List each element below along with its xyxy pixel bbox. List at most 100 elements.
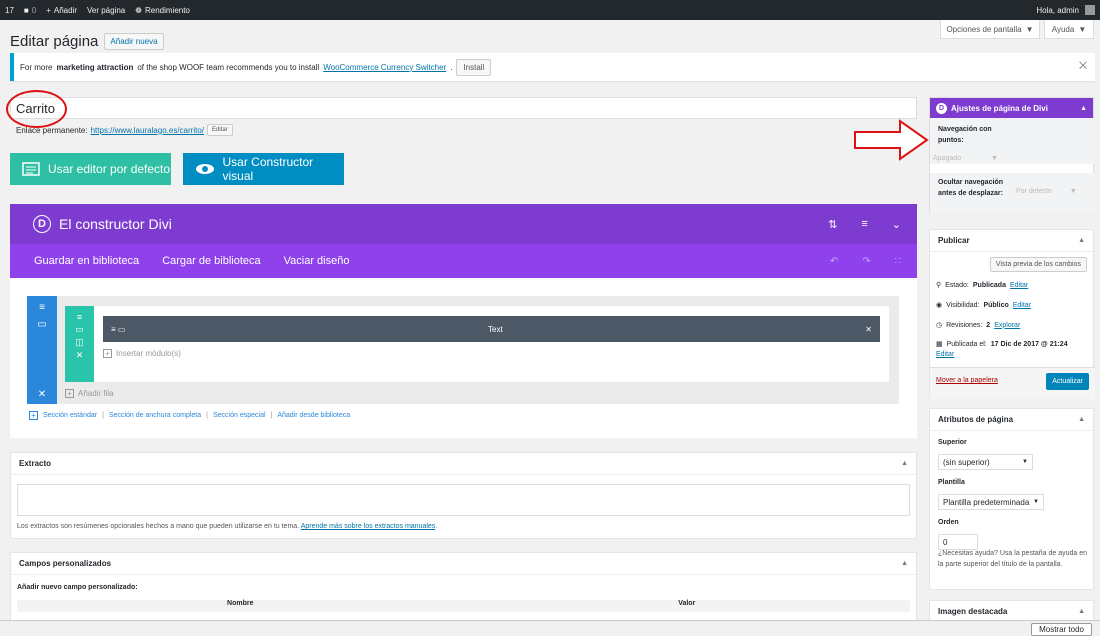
- install-button[interactable]: Install: [456, 58, 492, 76]
- collapse-icon[interactable]: ▲: [1080, 105, 1087, 112]
- divi-logo-icon: D: [33, 215, 51, 233]
- sort-icon[interactable]: ⇅: [828, 218, 837, 231]
- order-label: Orden: [938, 519, 959, 526]
- plus-icon: +: [103, 349, 112, 358]
- row-delete-icon[interactable]: ✕: [76, 350, 84, 361]
- permalink-url[interactable]: https://www.lauralago.es/carrito/: [91, 126, 204, 135]
- publish-header[interactable]: Publicar ▲: [930, 230, 1093, 252]
- add-label: Añadir: [53, 5, 77, 15]
- row-menu-icon[interactable]: ≡: [77, 312, 82, 322]
- template-label: Plantilla: [938, 479, 965, 486]
- add-new-button[interactable]: Añadir nueva: [104, 33, 164, 50]
- section-delete-icon[interactable]: ✕: [38, 389, 46, 400]
- add-new-item[interactable]: + Añadir: [41, 0, 82, 20]
- help-button[interactable]: Ayuda ▼: [1044, 20, 1094, 39]
- revisions-label: Revisiones:: [946, 321, 983, 329]
- screen-options-button[interactable]: Opciones de pantalla ▼: [940, 20, 1040, 39]
- insert-module-button[interactable]: + Insertar módulo(s): [103, 349, 181, 358]
- divi-row: ≡ ▭ ◫ ✕ ≡ ▭ Text ✕ + Insertar módulo(s): [65, 306, 889, 382]
- plus-icon: +: [65, 389, 74, 398]
- default-editor-button[interactable]: Usar editor por defecto: [10, 153, 171, 185]
- status-value: Publicada: [972, 281, 1006, 289]
- excerpt-help-text: .: [435, 523, 438, 530]
- template-select[interactable]: Plantilla predeterminada ▼: [938, 494, 1044, 510]
- visibility-value: Público: [983, 301, 1009, 309]
- collapse-icon[interactable]: ▲: [1078, 237, 1085, 244]
- excerpt-learn-more-link[interactable]: Aprende más sobre los extractos manuales: [301, 523, 436, 530]
- section-menu-icon[interactable]: ≡: [39, 302, 45, 313]
- fullwidth-section-link[interactable]: Sección de anchura completa: [109, 412, 201, 419]
- dot-nav-select[interactable]: Apagado ▼: [933, 155, 998, 162]
- add-from-library-link[interactable]: Añadir desde biblioteca: [277, 412, 350, 419]
- performance-item[interactable]: ❁ Rendimiento: [130, 0, 195, 20]
- attributes-help-text: ¿Necesitas ayuda? Usa la pestaña de ayud…: [938, 550, 1088, 568]
- page-attributes-header[interactable]: Atributos de página ▲: [930, 409, 1093, 431]
- account-item[interactable]: Hola, admin: [1031, 0, 1100, 20]
- redo-icon[interactable]: ↷: [862, 256, 870, 267]
- history-icon[interactable]: ∷: [895, 256, 901, 267]
- collapse-icon[interactable]: ▲: [901, 560, 908, 567]
- undo-icon[interactable]: ↶: [830, 256, 838, 267]
- module-delete-icon[interactable]: ✕: [865, 325, 872, 334]
- move-to-trash-link[interactable]: Mover a la papelera: [936, 377, 998, 384]
- status-label: Estado:: [945, 281, 969, 289]
- status-edit-link[interactable]: Editar: [1010, 282, 1028, 289]
- insert-module-label: Insertar módulo(s): [116, 349, 181, 358]
- divi-header: D El constructor Divi ⇅ ≡ ⌄: [10, 204, 917, 244]
- collapse-icon[interactable]: ▲: [901, 460, 908, 467]
- preview-changes-button[interactable]: Vista previa de los cambios: [989, 257, 1087, 272]
- divi-title: El constructor Divi: [59, 216, 172, 232]
- section-links: + Sección estándar | Sección de anchura c…: [29, 411, 350, 420]
- excerpt-box: Extracto ▲ Los extractos son resúmenes op…: [10, 452, 917, 539]
- show-all-button[interactable]: Mostrar todo: [1031, 623, 1092, 636]
- menu-icon[interactable]: ≡: [861, 218, 867, 231]
- visual-builder-label: Usar Constructor visual: [222, 155, 314, 183]
- plugin-link[interactable]: WooCommerce Currency Switcher: [323, 63, 446, 72]
- pin-icon: ⚲: [936, 282, 942, 289]
- update-button[interactable]: Actualizar: [1046, 373, 1089, 390]
- save-to-library-button[interactable]: Guardar en biblioteca: [34, 255, 139, 267]
- view-label: Ver página: [87, 5, 126, 15]
- excerpt-textarea[interactable]: [17, 484, 910, 516]
- clear-layout-button[interactable]: Vaciar diseño: [284, 255, 350, 267]
- section-settings-icon[interactable]: ▭: [37, 319, 46, 330]
- page-heading: Editar página Añadir nueva: [10, 33, 164, 50]
- revisions-explore-link[interactable]: Explorar: [994, 322, 1020, 329]
- excerpt-header[interactable]: Extracto ▲: [11, 453, 916, 475]
- section-controls: ≡ ▭ ✕: [27, 296, 57, 404]
- divi-settings-header[interactable]: D Ajustes de página de Divi ▲: [930, 98, 1093, 118]
- permalink-edit-button[interactable]: Editar: [207, 124, 233, 136]
- divi-logo-icon: D: [936, 102, 947, 114]
- dismiss-icon[interactable]: ⨉: [1079, 61, 1087, 72]
- published-label: Publicada el:: [946, 340, 987, 348]
- row-columns-icon[interactable]: ◫: [75, 337, 84, 348]
- standard-section-link[interactable]: Sección estándar: [43, 412, 97, 419]
- visual-builder-button[interactable]: Usar Constructor visual: [183, 153, 344, 185]
- parent-value: (sin superior): [943, 457, 990, 467]
- module-label: Text: [488, 324, 503, 334]
- visibility-edit-link[interactable]: Editar: [1013, 302, 1031, 309]
- dot-nav-row: Navegación con puntos: Apagado ▼: [930, 118, 1095, 164]
- text-module[interactable]: ≡ ▭ Text ✕: [103, 316, 880, 342]
- published-edit-link[interactable]: Editar: [936, 351, 954, 358]
- help-label: Ayuda: [1051, 24, 1075, 34]
- title-input[interactable]: Carrito: [10, 97, 917, 119]
- caret-down-icon: ▼: [1025, 24, 1034, 34]
- add-row-button[interactable]: + Añadir fila: [65, 389, 114, 398]
- view-page-item[interactable]: Ver página: [82, 0, 130, 20]
- custom-fields-header[interactable]: Campos personalizados ▲: [11, 553, 916, 575]
- revisions-value: 2: [986, 321, 991, 329]
- comments-item[interactable]: ■ 0: [19, 0, 41, 20]
- updates-item[interactable]: 17: [0, 0, 19, 20]
- chevron-down-icon[interactable]: ⌄: [892, 218, 901, 231]
- module-menu-icon[interactable]: ≡ ▭: [111, 325, 125, 334]
- custom-fields-table-header: Nombre Valor: [17, 600, 910, 612]
- specialty-section-link[interactable]: Sección especial: [213, 412, 266, 419]
- hide-nav-select[interactable]: Por defecto ▼: [1016, 188, 1077, 195]
- collapse-icon[interactable]: ▲: [1078, 608, 1085, 615]
- publish-actions: Mover a la papelera Actualizar: [930, 367, 1095, 399]
- collapse-icon[interactable]: ▲: [1078, 416, 1085, 423]
- parent-select[interactable]: (sin superior) ▼: [938, 454, 1033, 470]
- row-settings-icon[interactable]: ▭: [75, 324, 84, 335]
- load-from-library-button[interactable]: Cargar de biblioteca: [162, 255, 260, 267]
